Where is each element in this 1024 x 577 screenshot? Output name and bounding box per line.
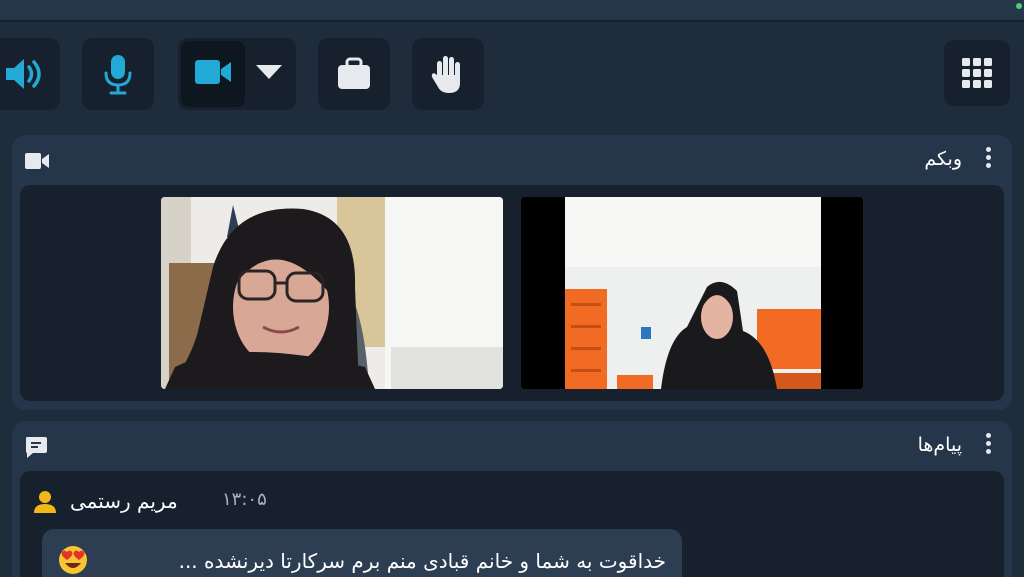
apps-grid-icon <box>961 57 993 89</box>
window-top-bar <box>0 0 1024 22</box>
raise-hand-button[interactable] <box>412 38 484 110</box>
user-icon <box>32 489 58 519</box>
message-time: ۱۳:۰۵ <box>222 489 267 510</box>
video-camera-icon <box>193 57 233 91</box>
connection-status-indicator <box>1016 3 1022 9</box>
webcam-panel-header: وبکم <box>12 135 1012 183</box>
participant-video-frame <box>161 197 503 389</box>
speaker-icon <box>0 54 48 94</box>
messages-panel: پیام‌ها مریم رستمی ۱۳:۰۵ <box>12 421 1012 577</box>
camera-button-group <box>178 38 296 110</box>
microphone-icon <box>102 53 134 95</box>
camera-options-dropdown[interactable] <box>254 62 284 86</box>
speaker-button[interactable] <box>0 38 60 110</box>
video-camera-icon <box>24 151 50 175</box>
meeting-toolbar <box>0 24 1024 124</box>
camera-button[interactable] <box>181 41 245 107</box>
chevron-down-icon <box>255 63 283 85</box>
chat-icon <box>24 435 48 463</box>
webcam-grid <box>20 185 1004 401</box>
webcam-panel-menu-button[interactable] <box>984 147 992 171</box>
message-sender: مریم رستمی <box>70 489 178 513</box>
share-screen-button[interactable] <box>318 38 390 110</box>
messages-panel-header: پیام‌ها <box>12 421 1012 469</box>
messages-panel-menu-button[interactable] <box>984 433 992 457</box>
message-text: خداقوت به شما و خانم قبادی منم برم سرکار… <box>178 549 666 573</box>
messages-panel-title: پیام‌ها <box>917 434 962 456</box>
raise-hand-icon <box>429 53 467 95</box>
message-list: مریم رستمی ۱۳:۰۵ خداقوت به شما و خانم قب… <box>20 471 1004 577</box>
heart-eyes-emoji-icon <box>58 545 88 577</box>
webcam-panel-title: وبکم <box>924 148 962 170</box>
apps-menu-button[interactable] <box>944 40 1010 106</box>
microphone-button[interactable] <box>82 38 154 110</box>
participant-video-frame <box>521 197 863 389</box>
video-tile-participant-2[interactable] <box>521 197 863 389</box>
video-tile-participant-1[interactable] <box>161 197 503 389</box>
webcam-panel: وبکم <box>12 135 1012 410</box>
message-bubble: خداقوت به شما و خانم قبادی منم برم سرکار… <box>42 529 682 577</box>
share-screen-icon <box>336 57 372 91</box>
